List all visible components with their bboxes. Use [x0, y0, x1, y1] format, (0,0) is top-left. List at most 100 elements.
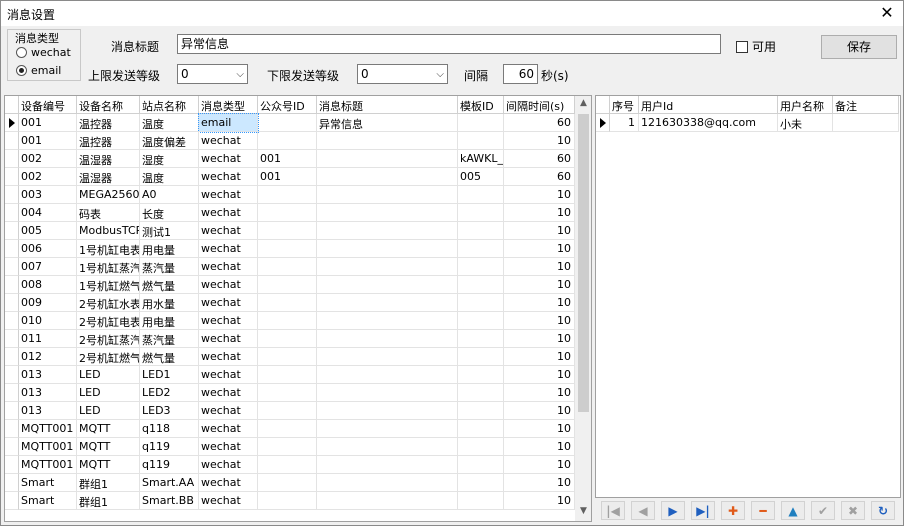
upper-level-select[interactable]: 0 ⌵: [177, 64, 248, 84]
table-cell[interactable]: [833, 114, 899, 132]
table-cell[interactable]: MQTT001: [19, 438, 77, 456]
table-cell[interactable]: 10: [504, 330, 575, 348]
table-cell[interactable]: 001: [258, 150, 317, 168]
table-cell[interactable]: [458, 402, 504, 420]
table-cell[interactable]: [258, 114, 317, 132]
table-cell[interactable]: [458, 114, 504, 132]
table-cell[interactable]: 燃气量: [140, 348, 199, 366]
table-cell[interactable]: [258, 204, 317, 222]
row-header[interactable]: [5, 204, 19, 222]
row-header[interactable]: [596, 114, 610, 132]
table-cell[interactable]: [317, 150, 458, 168]
column-header[interactable]: 用户Id: [639, 96, 778, 114]
table-cell[interactable]: 001: [258, 168, 317, 186]
column-header[interactable]: 消息标题: [317, 96, 458, 114]
table-cell[interactable]: [458, 438, 504, 456]
table-cell[interactable]: 码表: [77, 204, 140, 222]
table-cell[interactable]: [258, 456, 317, 474]
table-cell[interactable]: Smart: [19, 474, 77, 492]
table-cell[interactable]: wechat: [199, 132, 258, 150]
table-cell[interactable]: 群组1: [77, 474, 140, 492]
table-cell[interactable]: 10: [504, 294, 575, 312]
table-cell[interactable]: wechat: [199, 258, 258, 276]
row-header[interactable]: [5, 402, 19, 420]
table-cell[interactable]: 008: [19, 276, 77, 294]
table-cell[interactable]: wechat: [199, 402, 258, 420]
table-cell[interactable]: 蒸汽量: [140, 330, 199, 348]
table-cell[interactable]: [458, 186, 504, 204]
table-cell[interactable]: MEGA2560: [77, 186, 140, 204]
column-header[interactable]: 序号: [610, 96, 639, 114]
column-header[interactable]: 消息类型: [199, 96, 258, 114]
table-cell[interactable]: MQTT: [77, 456, 140, 474]
table-cell[interactable]: [458, 384, 504, 402]
table-cell[interactable]: [317, 294, 458, 312]
device-message-grid[interactable]: 设备编号 设备名称 站点名称 消息类型 公众号ID 消息标题 模板ID 间隔时间(s) 001 温…: [4, 95, 592, 522]
table-cell[interactable]: [258, 294, 317, 312]
table-cell[interactable]: 1: [610, 114, 639, 132]
table-cell[interactable]: [458, 366, 504, 384]
table-cell[interactable]: [258, 132, 317, 150]
table-cell[interactable]: MQTT: [77, 420, 140, 438]
table-cell[interactable]: 013: [19, 384, 77, 402]
table-cell[interactable]: [458, 276, 504, 294]
table-cell[interactable]: [317, 492, 458, 510]
table-cell[interactable]: 1号机缸电表: [77, 240, 140, 258]
table-cell[interactable]: [258, 222, 317, 240]
table-cell[interactable]: 用电量: [140, 240, 199, 258]
table-cell[interactable]: 010: [19, 312, 77, 330]
nav-first-icon[interactable]: |◀: [601, 501, 625, 520]
radio-wechat[interactable]: wechat: [16, 46, 71, 59]
nav-prior-icon[interactable]: ◀: [631, 501, 655, 520]
table-cell[interactable]: 异常信息: [317, 114, 458, 132]
table-cell[interactable]: 温控器: [77, 132, 140, 150]
table-cell[interactable]: [317, 312, 458, 330]
table-cell[interactable]: [258, 186, 317, 204]
row-header[interactable]: [5, 222, 19, 240]
table-cell[interactable]: 湿度: [140, 150, 199, 168]
column-header[interactable]: 设备编号: [19, 96, 77, 114]
table-cell[interactable]: MQTT001: [19, 456, 77, 474]
table-cell[interactable]: [317, 420, 458, 438]
message-title-input[interactable]: 异常信息: [177, 34, 721, 54]
table-cell[interactable]: 10: [504, 366, 575, 384]
nav-next-icon[interactable]: ▶: [661, 501, 685, 520]
table-cell[interactable]: 10: [504, 204, 575, 222]
table-cell[interactable]: [317, 222, 458, 240]
table-cell[interactable]: [258, 258, 317, 276]
row-header[interactable]: [5, 384, 19, 402]
row-header[interactable]: [5, 330, 19, 348]
close-icon[interactable]: ✕: [877, 3, 897, 23]
scroll-down-icon[interactable]: ▼: [575, 506, 591, 516]
enabled-checkbox[interactable]: 可用: [736, 38, 776, 55]
table-cell[interactable]: 10: [504, 222, 575, 240]
table-cell[interactable]: 10: [504, 186, 575, 204]
table-cell[interactable]: [458, 240, 504, 258]
nav-delete-icon[interactable]: ━: [751, 501, 775, 520]
table-cell[interactable]: 013: [19, 402, 77, 420]
table-cell[interactable]: [317, 168, 458, 186]
row-header[interactable]: [5, 492, 19, 510]
table-cell[interactable]: 10: [504, 456, 575, 474]
table-cell[interactable]: 10: [504, 402, 575, 420]
row-header[interactable]: [5, 366, 19, 384]
lower-level-select[interactable]: 0 ⌵: [357, 64, 448, 84]
row-header[interactable]: [5, 150, 19, 168]
table-cell[interactable]: 小未: [778, 114, 833, 132]
table-cell[interactable]: wechat: [199, 222, 258, 240]
table-cell[interactable]: 002: [19, 168, 77, 186]
table-cell[interactable]: [458, 222, 504, 240]
row-header[interactable]: [5, 276, 19, 294]
table-cell[interactable]: [258, 312, 317, 330]
nav-insert-icon[interactable]: ✚: [721, 501, 745, 520]
table-cell[interactable]: LED: [77, 366, 140, 384]
row-header[interactable]: [5, 456, 19, 474]
table-cell[interactable]: 004: [19, 204, 77, 222]
table-cell[interactable]: q118: [140, 420, 199, 438]
table-cell[interactable]: wechat: [199, 294, 258, 312]
table-cell[interactable]: [258, 348, 317, 366]
table-cell[interactable]: kAWKL_v: [458, 150, 504, 168]
table-cell[interactable]: [317, 330, 458, 348]
column-header[interactable]: 模板ID: [458, 96, 504, 114]
table-cell[interactable]: [458, 348, 504, 366]
